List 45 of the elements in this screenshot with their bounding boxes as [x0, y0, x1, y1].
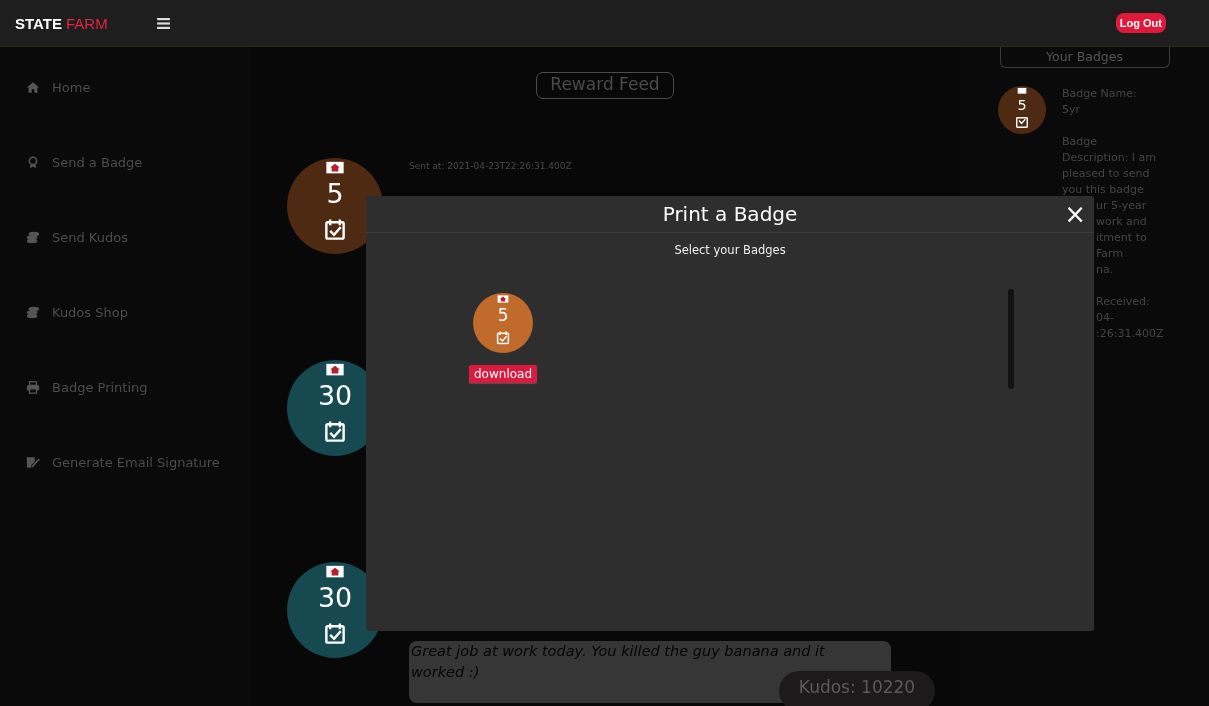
- signature-icon: [26, 456, 40, 469]
- calendar-check-icon: [325, 218, 345, 240]
- calendar-check-icon: [325, 420, 345, 442]
- calendar-check-icon: [325, 622, 345, 644]
- badge-detail-text: 5yr: [1062, 102, 1081, 118]
- logo-text: STATE: [15, 14, 62, 32]
- badge-detail-text: Badge Name:: [1062, 86, 1137, 102]
- sidebar-item[interactable]: Send a Badge: [0, 152, 250, 173]
- close-button[interactable]: ×: [1060, 202, 1090, 226]
- sidebar-item[interactable]: Home: [0, 77, 250, 98]
- badge-number: 5: [326, 178, 344, 210]
- reward-feed-heading: Reward Feed: [536, 72, 674, 99]
- log-out-button[interactable]: Log Out: [1115, 13, 1166, 33]
- badge-number: 30: [317, 582, 353, 614]
- badge-detail-text: Received:: [1096, 294, 1150, 310]
- coins-icon: [26, 231, 40, 244]
- award-icon: [26, 156, 40, 169]
- coins-icon: [26, 306, 40, 319]
- badge-detail-text: Farm: [1096, 246, 1124, 262]
- badge-detail-text: ur 5-year: [1096, 198, 1147, 214]
- download-button[interactable]: download: [469, 365, 538, 383]
- sidebar-item[interactable]: Send Kudos: [0, 227, 250, 248]
- sidebar-item[interactable]: Kudos Shop: [0, 302, 250, 323]
- badge-number: 5: [497, 305, 509, 326]
- logo-accent-text: FARM: [65, 14, 108, 32]
- badge-detail-text: 04-: [1096, 310, 1114, 326]
- sent-at-timestamp: Sent at: 2021-04-23T22:26:31.400Z: [409, 161, 572, 171]
- calendar-check-icon: [496, 330, 510, 345]
- badge-number: 30: [317, 380, 353, 412]
- your-badges-heading: Your Badges: [999, 47, 1170, 68]
- scrollbar[interactable]: [1008, 289, 1014, 389]
- home-icon: [26, 81, 40, 94]
- sidebar-item[interactable]: Generate Email Signature: [0, 452, 250, 473]
- menu-icon[interactable]: [157, 17, 170, 29]
- dialog-subtitle: Select your Badges: [674, 243, 786, 257]
- badge-detail-text: :26:31.400Z: [1096, 326, 1164, 342]
- dialog-title: Print a Badge: [662, 202, 798, 226]
- printer-icon: [26, 381, 40, 394]
- kudos-balance: Kudos: 10220: [779, 671, 935, 706]
- badge-number: 5: [1017, 97, 1027, 113]
- badge-detail-text: Badge: [1062, 134, 1098, 150]
- badge-detail-text: na.: [1096, 262, 1114, 278]
- sidebar-item[interactable]: Badge Printing: [0, 377, 250, 398]
- badge-detail-text: itment to: [1096, 230, 1147, 246]
- calendar-check-icon: [1016, 116, 1028, 128]
